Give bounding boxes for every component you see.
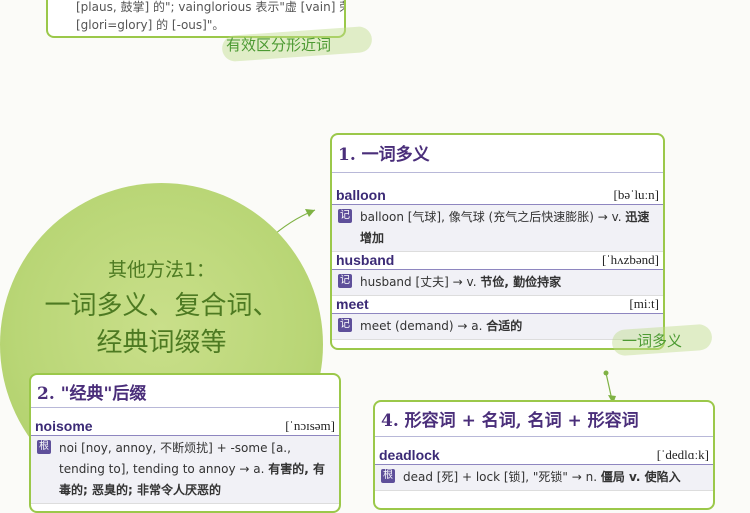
entry-phonetic: [ˈdedlɑːk] xyxy=(656,447,709,462)
entry-head-meet: meet [miːt] xyxy=(332,296,663,314)
entry-head-noisome: noisome [ˈnɔɪsəm] xyxy=(31,418,339,436)
affix-card-title: 2. "经典"后缀 xyxy=(31,375,339,408)
entry-phonetic: [miːt] xyxy=(629,296,659,311)
compound-card: 4. 形容词 + 名词, 名词 + 形容词 deadlock [ˈdedlɑːk… xyxy=(373,400,715,510)
compound-card-title: 4. 形容词 + 名词, 名词 + 形容词 xyxy=(375,402,713,437)
definition-meaning: 节俭, 勤俭持家 xyxy=(480,275,562,289)
near-shape-tag: 有效区分形近词 xyxy=(226,36,332,54)
circle-line3: 经典词缀等 xyxy=(96,328,227,358)
definition-meaning: 僵局 v. 使陷入 xyxy=(600,470,681,484)
definition-meaning: 合适的 xyxy=(486,319,523,333)
circle-line2: 一词多义、复合词、 xyxy=(44,291,279,321)
definition-text: dead [死] + lock [锁], "死锁" → n. xyxy=(403,470,598,484)
definition-text: noi [noy, annoy, 不断烦扰] + -some [a., tend… xyxy=(59,441,291,476)
entry-definition: 根 dead [死] + lock [锁], "死锁" → n. 僵局 v. 使… xyxy=(375,465,713,491)
entry-head-husband: husband [ˈhʌzbənd] xyxy=(332,252,663,270)
entry-word: husband xyxy=(336,252,395,268)
entry-word: noisome xyxy=(35,418,93,434)
gen-badge-icon: 根 xyxy=(381,469,395,483)
entry-word: meet xyxy=(336,296,369,312)
ji-badge-icon: 记 xyxy=(338,209,352,223)
polysemy-tag: 一词多义 xyxy=(622,332,683,350)
entry-word: deadlock xyxy=(379,447,440,463)
definition-text: meet (demand) → a. xyxy=(360,319,483,333)
entry-word: balloon xyxy=(336,187,386,203)
gen-badge-icon: 根 xyxy=(37,440,51,454)
entry-definition: 根 noi [noy, annoy, 不断烦扰] + -some [a., te… xyxy=(31,436,339,504)
ji-badge-icon: 记 xyxy=(338,318,352,332)
entry-head-deadlock: deadlock [ˈdedlɑːk] xyxy=(375,447,713,465)
entry-definition: 记 husband [丈夫] → v. 节俭, 勤俭持家 xyxy=(332,270,663,296)
entry-phonetic: [bəˈluːn] xyxy=(613,187,659,202)
circle-line1: 其他方法1： xyxy=(107,259,216,281)
affix-card: 2. "经典"后缀 noisome [ˈnɔɪsəm] 根 noi [noy, … xyxy=(29,373,341,513)
polysemy-card-title: 1. 一词多义 xyxy=(332,135,663,173)
definition-text: balloon [气球], 像气球 (充气之后快速膨胀) → v. xyxy=(360,210,622,224)
top-card-line1: [plaus, 鼓掌] 的"; vainglorious 表示"虚 [vain]… xyxy=(76,0,346,14)
entry-phonetic: [ˈnɔɪsəm] xyxy=(285,418,335,433)
polysemy-card: 1. 一词多义 balloon [bəˈluːn] 记 balloon [气球]… xyxy=(330,133,665,350)
ji-badge-icon: 记 xyxy=(338,274,352,288)
entry-head-balloon: balloon [bəˈluːn] xyxy=(332,187,663,205)
entry-phonetic: [ˈhʌzbənd] xyxy=(601,252,659,267)
entry-definition: 记 balloon [气球], 像气球 (充气之后快速膨胀) → v. 迅速增加 xyxy=(332,205,663,252)
definition-text: husband [丈夫] → v. xyxy=(360,275,477,289)
